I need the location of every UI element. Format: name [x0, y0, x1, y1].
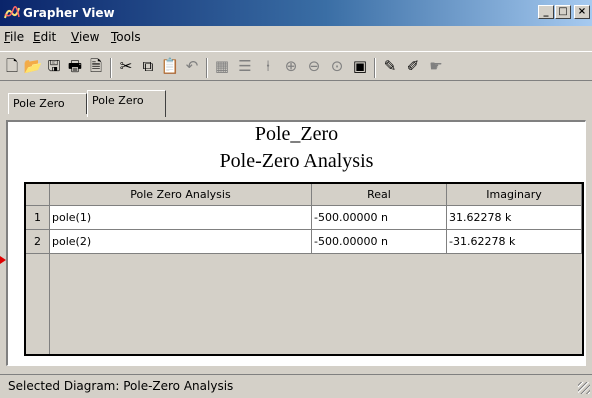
tab-strip: Pole Zero Pole Zero: [0, 89, 592, 119]
edit-tag-icon[interactable]: ✐: [403, 56, 423, 76]
column-header-analysis[interactable]: Pole Zero Analysis: [50, 184, 312, 206]
grapher-app-icon: [4, 6, 20, 19]
maximize-button[interactable]: □: [555, 5, 571, 19]
column-header-real[interactable]: Real: [312, 184, 447, 206]
list-icon[interactable]: ☰: [235, 56, 255, 76]
toolbar: 🗋 📂 🖫 🖶 🗎 ✂ ⧉ 📋 ↶ ▦ ☰ ⍿ ⊕ ⊖ ⊙ ▣ ✎ ✐ ☛: [0, 51, 592, 81]
results-table: Pole Zero Analysis Real Imaginary 1 pole…: [24, 182, 584, 356]
menu-edit[interactable]: Edit: [33, 30, 56, 44]
paste-icon[interactable]: 📋: [160, 56, 180, 76]
empty-row-header-area: [26, 254, 50, 354]
toolbar-separator: [110, 58, 112, 78]
toolbar-separator: [206, 58, 208, 78]
open-icon[interactable]: 📂: [23, 56, 43, 76]
menu-bar: File Edit View Tools: [0, 27, 592, 47]
corner-cell: [26, 184, 50, 206]
zoom-in-icon[interactable]: ⊕: [281, 56, 301, 76]
column-header-imaginary[interactable]: Imaginary: [447, 184, 582, 206]
table-cell-name[interactable]: pole(2): [50, 230, 312, 254]
print-preview-icon[interactable]: 🗎: [86, 56, 106, 76]
menu-file[interactable]: File: [4, 30, 24, 44]
window-icon[interactable]: ▣: [350, 56, 370, 76]
cut-icon[interactable]: ✂: [116, 56, 136, 76]
new-icon[interactable]: 🗋: [2, 56, 22, 76]
undo-icon[interactable]: ↶: [182, 56, 202, 76]
save-icon[interactable]: 🖫: [44, 56, 64, 76]
grapher-panel: Pole_Zero Pole-Zero Analysis Pole Zero A…: [6, 120, 586, 366]
minimize-button[interactable]: _: [538, 5, 554, 19]
table-cell-real[interactable]: -500.00000 n: [312, 206, 447, 230]
axis-icon[interactable]: ⍿: [258, 56, 278, 76]
title-bar: Grapher View _ □ ×: [0, 0, 592, 26]
row-number[interactable]: 1: [26, 206, 50, 230]
diagram-subtitle: Pole-Zero Analysis: [219, 150, 374, 172]
diagram-title: Pole_Zero: [254, 123, 339, 145]
pointer-icon[interactable]: ☛: [426, 56, 446, 76]
menu-view[interactable]: View: [71, 30, 99, 44]
toolbar-separator: [374, 58, 376, 78]
selection-marker: [0, 256, 6, 264]
zoom-out-icon[interactable]: ⊖: [304, 56, 324, 76]
print-icon[interactable]: 🖶: [65, 56, 85, 76]
copy-icon[interactable]: ⧉: [138, 56, 158, 76]
menu-tools[interactable]: Tools: [111, 30, 141, 44]
status-bar: Selected Diagram: Pole-Zero Analysis: [0, 374, 592, 396]
table-cell-real[interactable]: -500.00000 n: [312, 230, 447, 254]
table-cell-name[interactable]: pole(1): [50, 206, 312, 230]
row-number[interactable]: 2: [26, 230, 50, 254]
table-cell-imaginary[interactable]: 31.62278 k: [447, 206, 582, 230]
resize-grip-icon[interactable]: [578, 382, 590, 394]
tag-icon[interactable]: ✎: [380, 56, 400, 76]
tab-pole-zero-1[interactable]: Pole Zero: [8, 93, 87, 114]
zoom-fit-icon[interactable]: ⊙: [327, 56, 347, 76]
close-button[interactable]: ×: [574, 5, 590, 19]
status-text: Selected Diagram: Pole-Zero Analysis: [8, 379, 234, 393]
grid-icon[interactable]: ▦: [212, 56, 232, 76]
table-cell-imaginary[interactable]: -31.62278 k: [447, 230, 582, 254]
tab-pole-zero-2[interactable]: Pole Zero: [87, 90, 166, 117]
window-title: Grapher View: [23, 6, 115, 20]
